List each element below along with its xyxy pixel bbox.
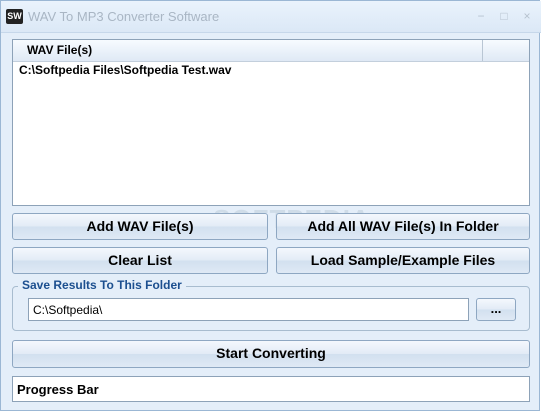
column-header-wav-files[interactable]: WAV File(s) bbox=[13, 40, 483, 61]
app-icon: SW bbox=[6, 9, 23, 24]
wav-file-list[interactable]: WAV File(s) C:\Softpedia Files\Softpedia… bbox=[12, 39, 530, 206]
load-samples-button[interactable]: Load Sample/Example Files bbox=[276, 247, 530, 274]
start-converting-button[interactable]: Start Converting bbox=[12, 340, 530, 368]
progress-bar: Progress Bar bbox=[12, 376, 530, 402]
maximize-icon[interactable]: □ bbox=[495, 7, 513, 25]
progress-label: Progress Bar bbox=[17, 382, 99, 397]
app-window: SW WAV To MP3 Converter Software − □ × W… bbox=[0, 0, 541, 411]
minimize-icon[interactable]: − bbox=[472, 7, 490, 25]
save-folder-legend: Save Results To This Folder bbox=[18, 278, 186, 292]
list-item[interactable]: C:\Softpedia Files\Softpedia Test.wav bbox=[19, 63, 231, 77]
title-bar: SW WAV To MP3 Converter Software − □ × bbox=[1, 1, 541, 33]
add-folder-button[interactable]: Add All WAV File(s) In Folder bbox=[276, 213, 530, 240]
list-header: WAV File(s) bbox=[13, 40, 529, 62]
browse-button[interactable]: ... bbox=[476, 298, 516, 321]
close-icon[interactable]: × bbox=[518, 7, 536, 25]
output-folder-input[interactable] bbox=[28, 298, 469, 321]
window-title: WAV To MP3 Converter Software bbox=[28, 9, 220, 24]
add-wav-files-button[interactable]: Add WAV File(s) bbox=[12, 213, 268, 240]
clear-list-button[interactable]: Clear List bbox=[12, 247, 268, 274]
column-header-empty[interactable] bbox=[483, 40, 529, 61]
